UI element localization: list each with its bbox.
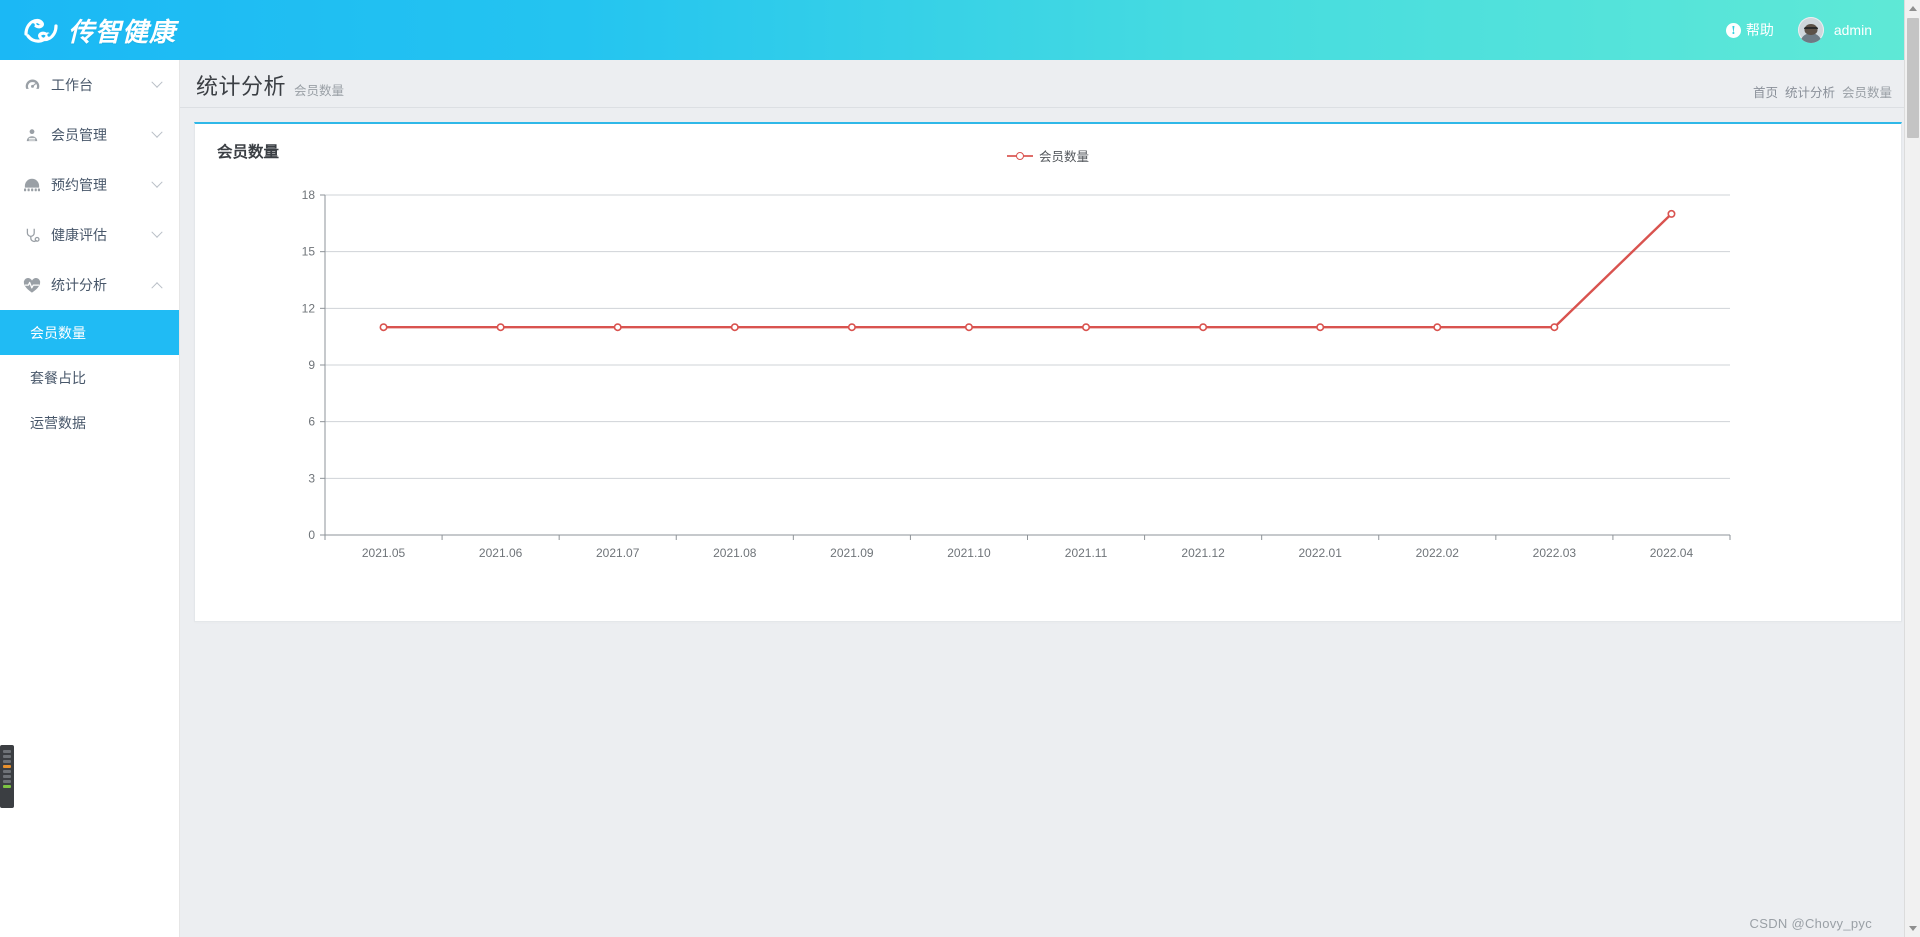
sidebar-subitem-operation-data[interactable]: 运营数据 (0, 400, 179, 445)
handle-bar-green (3, 785, 11, 788)
username-label[interactable]: admin (1834, 22, 1872, 38)
sidebar-item-statistics[interactable]: 统计分析 (0, 260, 179, 310)
breadcrumb-item-home[interactable]: 首页 (1753, 82, 1778, 101)
main-content: 统计分析 会员数量 首页 统计分析 会员数量 会员数量 会员数量 0 3 6 9 12 1… (180, 60, 1920, 937)
calendar-icon (22, 175, 42, 195)
sidebar-item-label: 健康评估 (51, 227, 107, 243)
handle-bar-orange (3, 765, 11, 768)
dashboard-icon (22, 75, 42, 95)
sidebar-subitem-label: 会员数量 (30, 324, 86, 341)
sidebar-item-member-management[interactable]: 会员管理 (0, 110, 179, 160)
svg-text:2021.11: 2021.11 (1065, 546, 1108, 560)
sidebar-subitem-member-count[interactable]: 会员数量 (0, 310, 179, 355)
collapse-handle[interactable] (0, 745, 14, 808)
chevron-down-icon (151, 126, 163, 138)
handle-bar (3, 760, 11, 763)
page-header: 统计分析 会员数量 首页 统计分析 会员数量 (180, 60, 1920, 108)
svg-text:2021.12: 2021.12 (1181, 546, 1225, 560)
svg-text:2021.07: 2021.07 (596, 546, 640, 560)
svg-text:12: 12 (302, 301, 316, 315)
svg-text:15: 15 (302, 245, 316, 259)
handle-bar (3, 770, 11, 773)
scrollbar-thumb[interactable] (1907, 18, 1919, 138)
sidebar-item-appointment-management[interactable]: 预约管理 (0, 160, 179, 210)
handle-bar (3, 780, 11, 783)
logo[interactable]: 传智健康 (0, 12, 180, 49)
sidebar-item-label: 会员管理 (51, 127, 107, 143)
info-circle-icon: ! (1725, 22, 1741, 38)
svg-text:2022.04: 2022.04 (1650, 546, 1694, 560)
watermark: CSDN @Chovy_pyc (1749, 916, 1872, 931)
svg-text:2022.03: 2022.03 (1533, 546, 1577, 560)
header-right: ! 帮助 admin (1725, 17, 1920, 43)
app-header: 传智健康 ! 帮助 admin (0, 0, 1920, 60)
chevron-down-icon (151, 176, 163, 188)
scroll-down-icon[interactable] (1905, 920, 1920, 937)
svg-text:9: 9 (308, 358, 315, 372)
handle-bar (3, 755, 11, 758)
chart-svg: 0 3 6 9 12 15 18 2021.05 2021.06 2021.07 2021.08 20… (302, 188, 1731, 560)
yin-yang-fish-icon (22, 14, 60, 46)
svg-text:2021.10: 2021.10 (947, 546, 991, 560)
handle-bar (3, 750, 11, 753)
help-button[interactable]: ! 帮助 (1725, 20, 1774, 40)
sidebar-item-health-assessment[interactable]: 健康评估 (0, 210, 179, 260)
sidebar-item-label: 预约管理 (51, 177, 107, 193)
sidebar-subitem-package-ratio[interactable]: 套餐占比 (0, 355, 179, 400)
svg-text:2022.02: 2022.02 (1416, 546, 1460, 560)
help-label: 帮助 (1745, 22, 1774, 38)
logo-text: 传智健康 (68, 17, 177, 48)
line-chart: 0 3 6 9 12 15 18 2021.05 2021.06 2021.07 2021.08 20… (195, 124, 1901, 621)
svg-text:2021.06: 2021.06 (479, 546, 523, 560)
handle-bar (3, 775, 11, 778)
svg-text:18: 18 (302, 188, 316, 202)
breadcrumb-item-statistics[interactable]: 统计分析 (1785, 82, 1835, 101)
sidebar-item-label: 统计分析 (51, 277, 107, 293)
scroll-up-icon[interactable] (1905, 0, 1920, 17)
sidebar-item-label: 工作台 (51, 77, 93, 93)
stethoscope-icon (22, 225, 42, 245)
avatar[interactable] (1797, 17, 1824, 43)
user-member-icon (22, 125, 42, 145)
page-title: 统计分析 (196, 74, 287, 99)
svg-text:2021.08: 2021.08 (713, 546, 757, 560)
heart-pulse-icon (22, 275, 42, 295)
svg-text:2022.01: 2022.01 (1299, 546, 1343, 560)
chevron-down-icon (151, 226, 163, 238)
avatar-glasses (1803, 27, 1818, 31)
svg-text:0: 0 (308, 528, 315, 542)
breadcrumb-item-current: 会员数量 (1841, 86, 1892, 100)
svg-text:3: 3 (308, 471, 315, 485)
svg-text:2021.09: 2021.09 (830, 546, 874, 560)
page-scrollbar[interactable] (1904, 0, 1920, 937)
svg-text:2021.05: 2021.05 (362, 546, 406, 560)
sidebar-subitem-label: 套餐占比 (30, 369, 86, 386)
sidebar-item-workbench[interactable]: 工作台 (0, 60, 179, 110)
breadcrumb: 首页 统计分析 会员数量 (1753, 82, 1892, 101)
sidebar: 工作台 会员管理 预约管理 健康评估 统计分析 会员数量 套餐占比 运营数据 (0, 60, 180, 937)
sidebar-subitem-label: 运营数据 (30, 414, 86, 431)
chevron-up-icon (151, 282, 163, 294)
chevron-down-icon (151, 76, 163, 88)
svg-text:6: 6 (308, 415, 315, 429)
page-subtitle: 会员数量 (294, 84, 345, 98)
chart-card: 会员数量 会员数量 0 3 6 9 12 15 18 2021.05 2021.06 2021.0… (194, 122, 1902, 622)
